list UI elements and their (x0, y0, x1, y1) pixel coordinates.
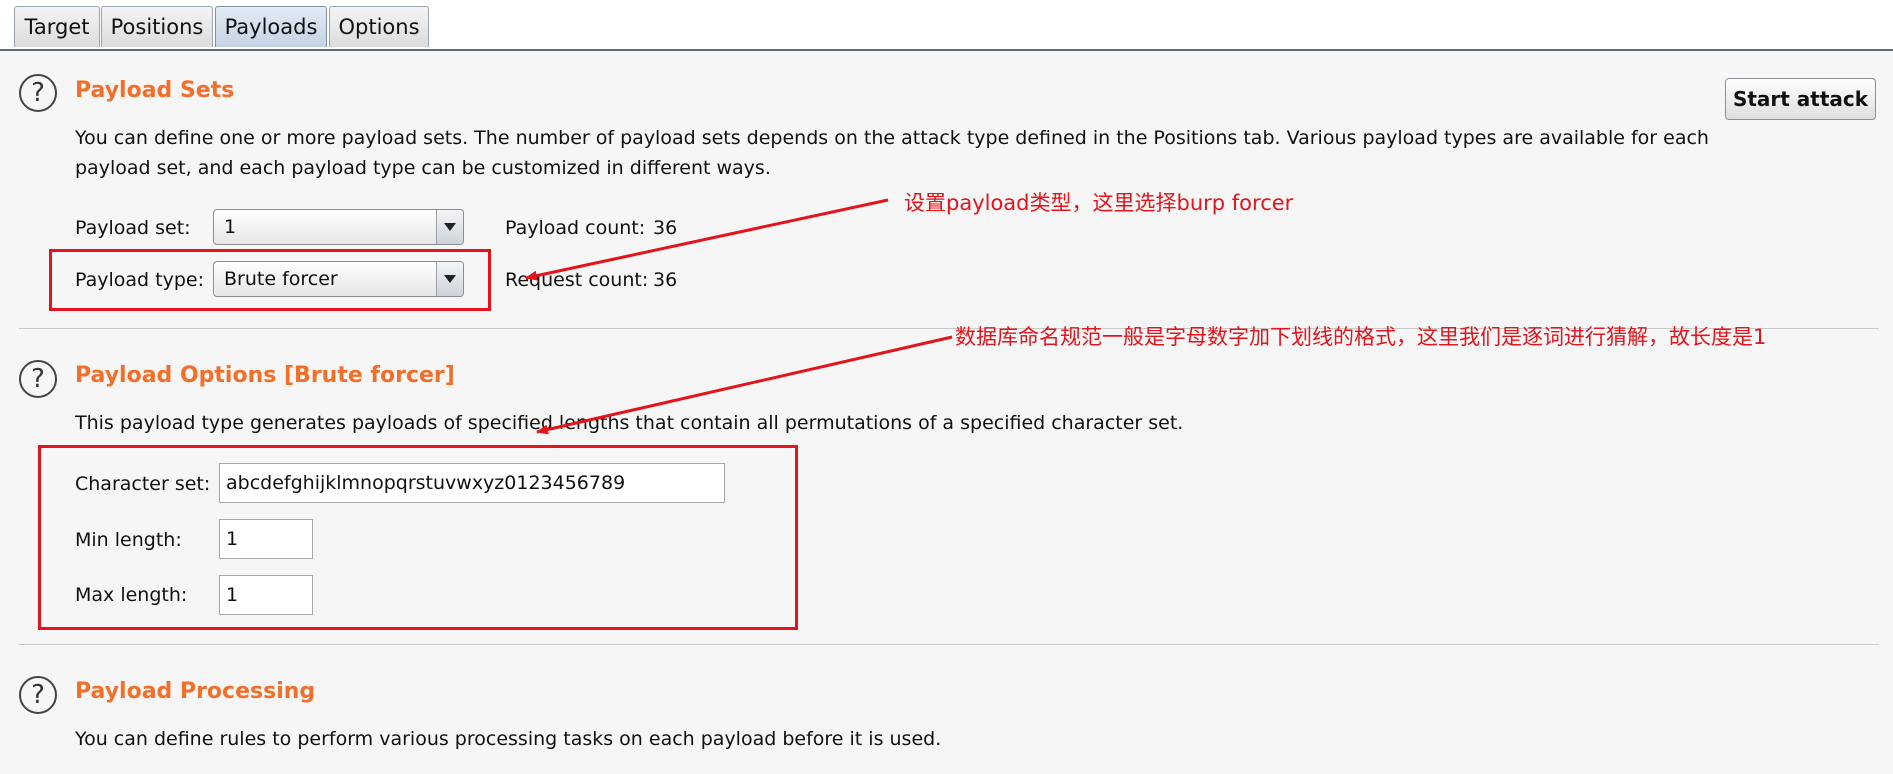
annotation-arrows (525, 198, 953, 435)
arrow-to-payload-options (536, 335, 953, 435)
arrow-to-payload-type (525, 198, 889, 281)
